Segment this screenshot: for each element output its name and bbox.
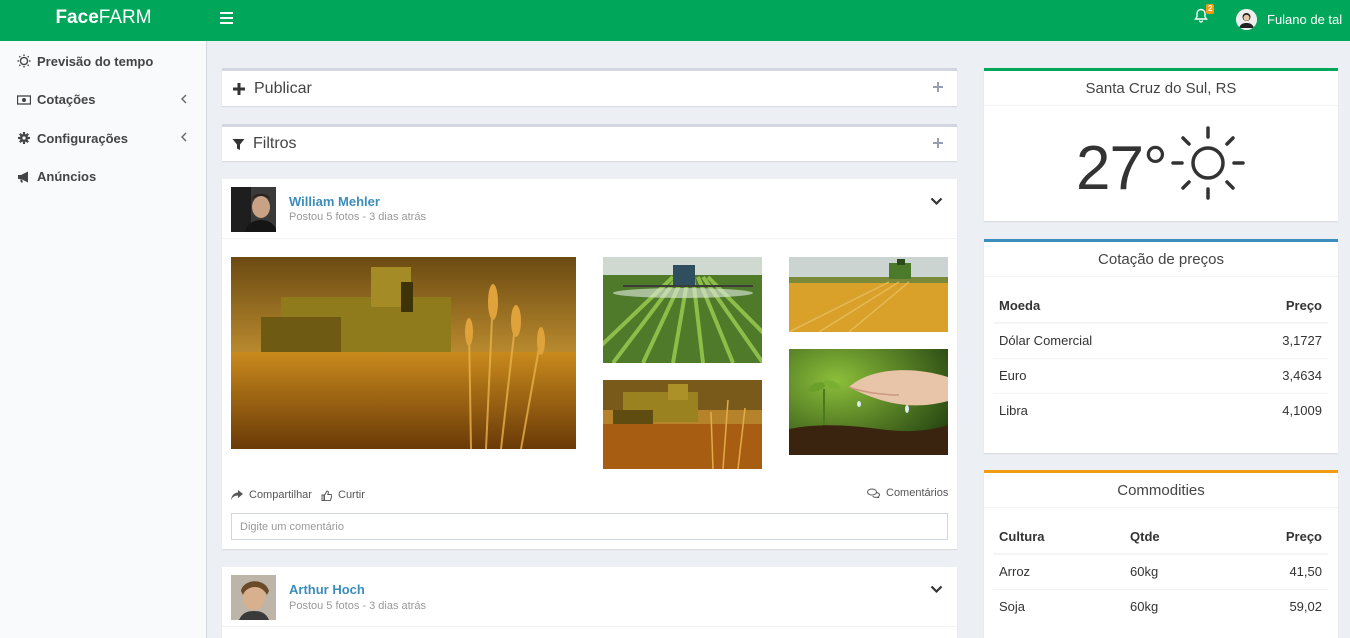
plus-icon — [233, 82, 245, 95]
quotes-table: Moeda Preço Dólar Comercial 3,1727 Euro … — [993, 288, 1328, 428]
column-header: Preço — [1217, 288, 1328, 324]
sidebar-item-label: Cotações — [37, 92, 96, 108]
chevron-left-icon — [180, 131, 188, 143]
table-cell: Dólar Comercial — [993, 322, 1218, 358]
post-card: William Mehler Postou 5 fotos - 3 dias a… — [222, 179, 957, 549]
publish-label: Publicar — [254, 79, 312, 97]
filters-label: Filtros — [253, 135, 297, 152]
sidebar-item-label: Previsão do tempo — [37, 53, 154, 69]
thumbs-up-icon — [321, 489, 332, 501]
column-header: Preço — [1218, 519, 1328, 555]
table-row: Soja 60kg 59,02 — [993, 588, 1328, 624]
table-cell: Libra — [993, 392, 1218, 428]
chevron-left-icon — [180, 93, 188, 105]
post-description: Postou 5 fotos - 3 dias atrás — [289, 211, 426, 223]
post-photo[interactable] — [789, 257, 948, 332]
sidebar-item-configuracoes[interactable]: Configurações — [0, 119, 206, 158]
table-cell: Euro — [993, 357, 1218, 393]
app-logo[interactable]: FaceFARM — [0, 0, 207, 41]
money-icon — [16, 93, 32, 107]
publish-header[interactable]: Publicar — [222, 71, 957, 106]
table-cell: 60kg — [1124, 588, 1219, 624]
table-row: Dólar Comercial 3,1727 — [993, 322, 1328, 358]
filter-icon — [232, 138, 245, 150]
share-icon — [231, 490, 243, 500]
chevron-down-icon[interactable] — [930, 581, 943, 594]
weather-city: Santa Cruz do Sul, RS — [984, 71, 1338, 106]
weather-widget: Santa Cruz do Sul, RS 27° — [984, 68, 1338, 221]
sidebar-toggle-icon[interactable] — [220, 12, 233, 26]
comments-icon — [867, 488, 880, 498]
filters-box: Filtros — [222, 124, 957, 161]
sidebar-item-anuncios[interactable]: Anúncios — [0, 158, 206, 197]
table-row: Arroz 60kg 41,50 — [993, 553, 1328, 589]
commodities-widget: Commodities Cultura Qtde Preço Arroz 60k… — [984, 470, 1338, 638]
avatar[interactable] — [231, 187, 276, 232]
divider — [222, 626, 957, 627]
table-cell: 4,1009 — [1217, 392, 1328, 428]
column-header: Cultura — [993, 519, 1124, 555]
sidebar-item-label: Anúncios — [37, 169, 97, 185]
table-cell: Arroz — [993, 553, 1124, 589]
post-photo[interactable] — [603, 257, 762, 363]
weather-temperature: 27° — [1076, 134, 1168, 203]
quotes-widget: Cotação de preços Moeda Preço Dólar Come… — [984, 239, 1338, 453]
table-cell: 3,4634 — [1217, 357, 1328, 393]
quotes-title: Cotação de preços — [984, 242, 1338, 277]
filters-header[interactable]: Filtros — [222, 127, 957, 161]
post-photo[interactable] — [789, 349, 948, 455]
sidebar-item-previsao[interactable]: Previsão do tempo — [0, 42, 206, 81]
commodities-table: Cultura Qtde Preço Arroz 60kg 41,50 Soja… — [993, 519, 1328, 624]
table-cell: 3,1727 — [1217, 322, 1328, 358]
user-name: Fulano de tal — [1267, 11, 1343, 27]
sidebar-item-label: Configurações — [37, 130, 129, 146]
table-row: Libra 4,1009 — [993, 392, 1328, 428]
notifications-badge: 2 — [1206, 4, 1215, 14]
table-cell: 59,02 — [1218, 588, 1328, 624]
like-button[interactable]: Curtir — [321, 489, 365, 501]
commodities-title: Commodities — [984, 473, 1338, 508]
expand-plus-icon[interactable] — [933, 135, 943, 148]
sidebar: Previsão do tempo Cotações Configurações… — [0, 41, 207, 638]
table-cell: 41,50 — [1218, 553, 1328, 589]
table-cell: 60kg — [1124, 553, 1219, 589]
post-author[interactable]: William Mehler — [289, 194, 380, 209]
sun-icon — [1170, 125, 1246, 206]
divider — [222, 238, 957, 239]
megaphone-icon — [17, 170, 31, 184]
table-row: Euro 3,4634 — [993, 357, 1328, 393]
comments-button[interactable]: Comentários — [867, 487, 948, 499]
post-card: Arthur Hoch Postou 5 fotos - 3 dias atrá… — [222, 567, 957, 638]
avatar[interactable] — [231, 575, 276, 620]
publish-box: Publicar — [222, 68, 957, 106]
gear-icon — [17, 131, 31, 145]
comment-input[interactable] — [231, 513, 948, 540]
top-navbar: FaceFARM 2 Fulano de tal — [0, 0, 1350, 41]
chevron-down-icon[interactable] — [930, 193, 943, 206]
post-photo[interactable] — [231, 257, 576, 449]
column-header: Moeda — [993, 288, 1218, 324]
share-button[interactable]: Compartilhar — [231, 489, 312, 501]
post-photo[interactable] — [603, 380, 762, 469]
post-author[interactable]: Arthur Hoch — [289, 582, 365, 597]
user-avatar — [1236, 8, 1257, 30]
expand-plus-icon[interactable] — [933, 79, 943, 92]
post-description: Postou 5 fotos - 3 dias atrás — [289, 600, 426, 612]
table-cell: Soja — [993, 588, 1124, 624]
sun-icon — [17, 54, 31, 68]
sidebar-item-cotacoes[interactable]: Cotações — [0, 81, 206, 120]
user-menu[interactable]: Fulano de tal — [1236, 8, 1342, 30]
column-header: Qtde — [1124, 519, 1219, 555]
